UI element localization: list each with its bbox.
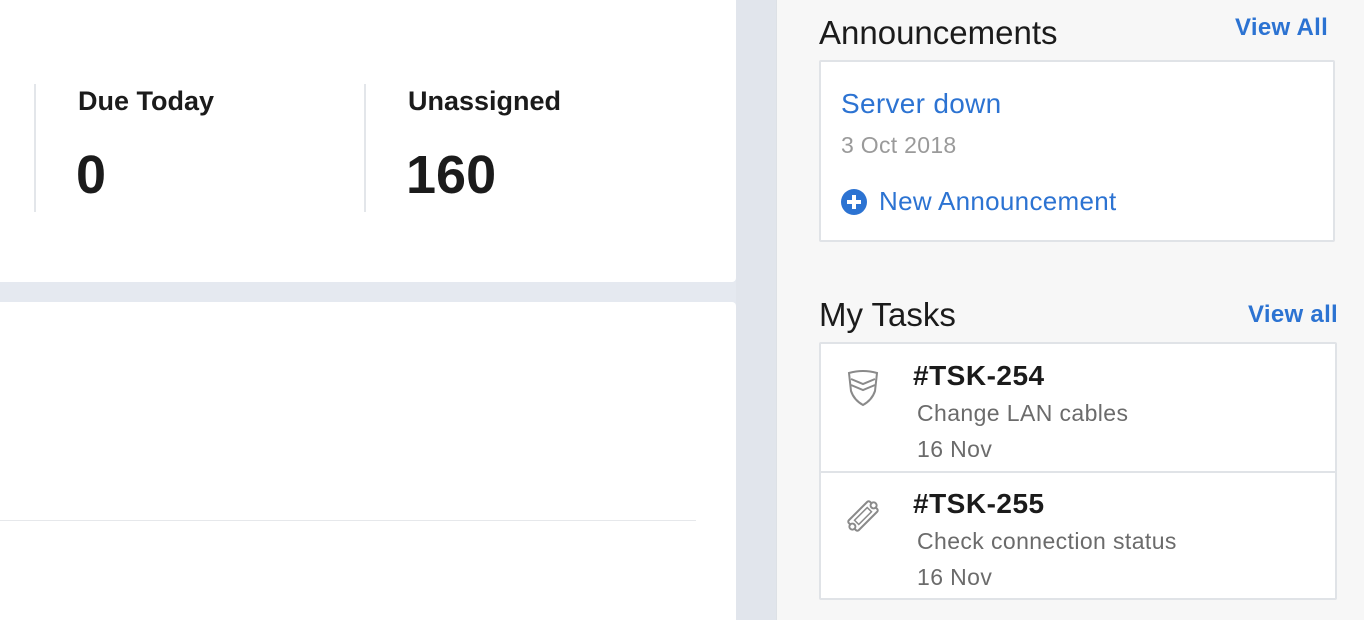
task-id: #TSK-255 <box>913 488 1045 519</box>
new-announcement-label: New Announcement <box>879 186 1117 216</box>
divider <box>0 520 696 521</box>
task-id: #TSK-254 <box>913 360 1045 391</box>
unassigned-label: Unassigned <box>408 86 562 116</box>
new-announcement-button[interactable]: New Announcement <box>841 186 1117 217</box>
due-today-value: 0 <box>76 145 107 205</box>
gutter <box>736 0 776 620</box>
task-date: 16 Nov <box>917 436 993 462</box>
task-description: Check connection status <box>917 528 1177 554</box>
due-today-stat[interactable]: Due Today 0 <box>34 84 336 212</box>
announcement-title[interactable]: Server down <box>841 88 1002 120</box>
announcements-panel: Server down 3 Oct 2018 New Announcement <box>819 60 1335 242</box>
announcements-view-all-link[interactable]: View All <box>1235 14 1328 42</box>
task-description: Change LAN cables <box>917 400 1129 426</box>
task-row[interactable]: #TSK-255 Check connection status 16 Nov <box>821 472 1335 599</box>
stats-card: Due Today 0 Unassigned 160 <box>0 0 736 282</box>
announcements-title: Announcements <box>819 14 1058 51</box>
ticket-icon <box>847 500 879 532</box>
my-tasks-view-all-link[interactable]: View all <box>1248 301 1338 329</box>
due-today-label: Due Today <box>78 86 215 116</box>
unassigned-stat[interactable]: Unassigned 160 <box>364 84 666 212</box>
my-tasks-title: My Tasks <box>819 296 956 333</box>
task-row[interactable]: #TSK-254 Change LAN cables 16 Nov <box>821 344 1335 473</box>
shield-icon <box>847 370 879 407</box>
task-date: 16 Nov <box>917 564 993 590</box>
my-tasks-panel: #TSK-254 Change LAN cables 16 Nov #TSK-2… <box>819 342 1337 600</box>
plus-circle-icon <box>841 188 867 215</box>
right-sidebar: Announcements View All Server down 3 Oct… <box>776 0 1364 620</box>
content-card <box>0 302 736 620</box>
announcement-date: 3 Oct 2018 <box>841 132 957 158</box>
unassigned-value: 160 <box>406 145 497 205</box>
